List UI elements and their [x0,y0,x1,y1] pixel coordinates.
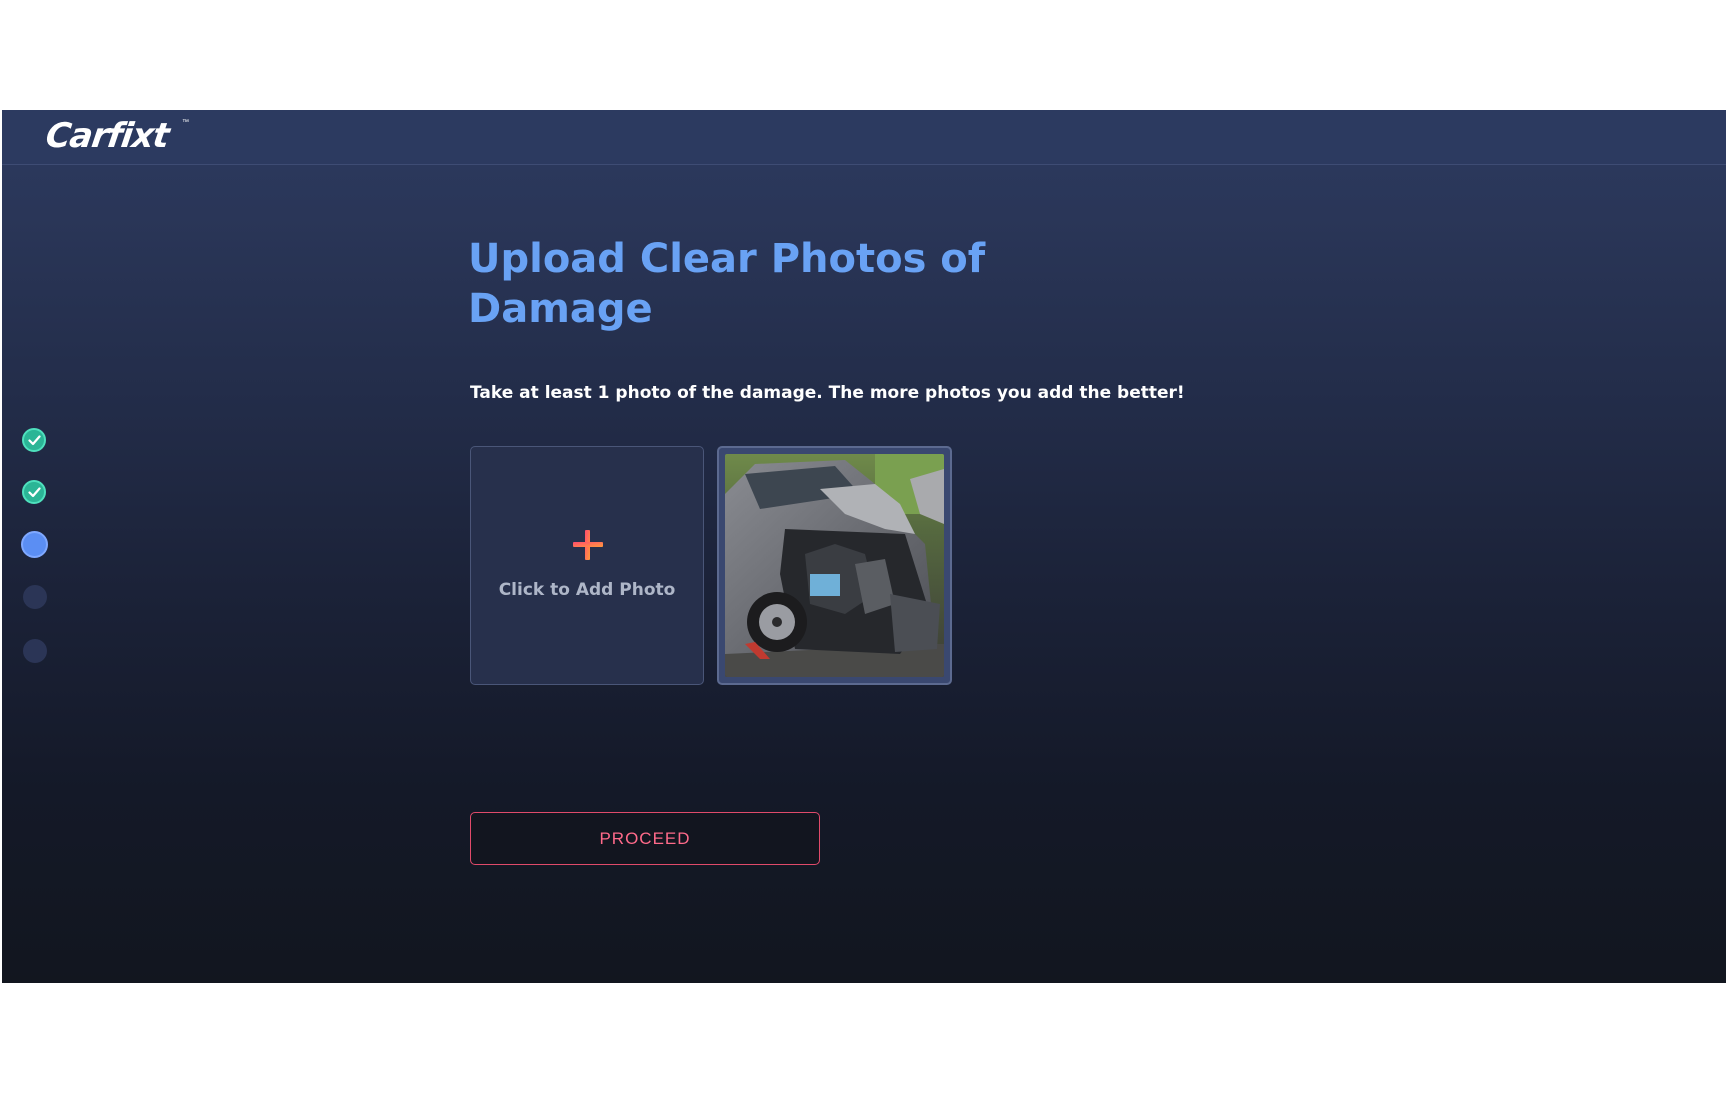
step-1-complete-icon [22,428,46,452]
step-3-current-icon [21,531,48,558]
page-title: Upload Clear Photos of Damage [468,236,986,332]
top-bar: Carfixt ™ [2,110,1726,165]
add-photo-label: Click to Add Photo [498,580,676,600]
damaged-car-photo [725,454,944,677]
step-5-pending-icon [23,639,47,663]
checkmark-icon [28,435,41,446]
step-4-pending-icon [23,585,47,609]
instructions-text: Take at least 1 photo of the damage. The… [470,383,1185,403]
app-screen: Carfixt ™ Upload Clear Photos of Damage … [2,110,1726,983]
trademark-mark: ™ [182,119,189,126]
carfixt-logo[interactable]: Carfixt [43,116,171,156]
uploaded-photo-thumbnail[interactable] [717,446,952,685]
plus-icon [573,530,603,560]
checkmark-icon [28,487,41,498]
step-2-complete-icon [22,480,46,504]
add-photo-button[interactable]: Click to Add Photo [470,446,704,685]
proceed-button[interactable]: PROCEED [470,812,820,865]
